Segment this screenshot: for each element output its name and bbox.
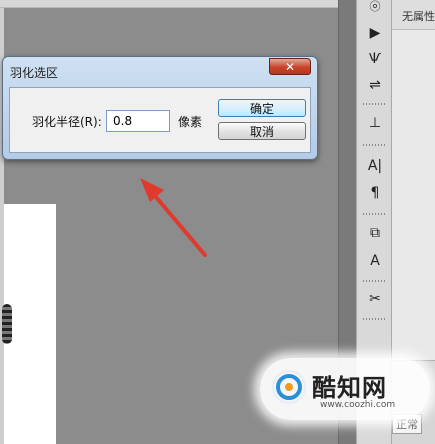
- watermark: 酷知网 www.coozhi.com: [260, 358, 430, 420]
- watermark-url: www.coozhi.com: [320, 400, 396, 410]
- character-styles-icon[interactable]: ⧉: [363, 222, 387, 244]
- properties-tab[interactable]: 无属性: [392, 0, 435, 30]
- watermark-name: 酷知网: [312, 374, 387, 402]
- play-icon[interactable]: ▶: [363, 22, 387, 44]
- watermark-logo-icon: [276, 374, 302, 400]
- panel-separator: [363, 103, 387, 105]
- paragraph-icon[interactable]: ¶: [363, 182, 387, 204]
- tool-presets-icon[interactable]: ✂: [363, 288, 387, 310]
- watermark-logo: [272, 370, 306, 404]
- brush-icon[interactable]: Ѱ: [363, 48, 387, 70]
- clone-stamp-icon[interactable]: ⊥: [363, 112, 387, 134]
- history-icon[interactable]: ⓞ: [363, 0, 387, 13]
- paragraph-styles-icon[interactable]: A: [363, 250, 387, 272]
- tool-options-icon[interactable]: ⇌: [363, 74, 387, 96]
- panel-separator: [363, 213, 387, 215]
- character-icon[interactable]: A|: [363, 155, 387, 177]
- panel-separator: [363, 318, 387, 320]
- panel-separator: [363, 144, 387, 146]
- panel-separator: [363, 280, 387, 282]
